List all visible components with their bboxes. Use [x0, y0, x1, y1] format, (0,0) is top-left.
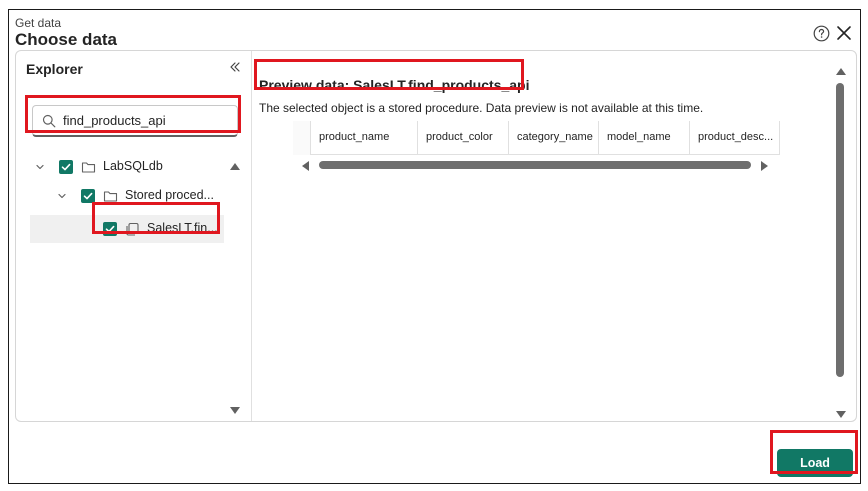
dialog-title: Choose data [15, 30, 118, 49]
tree-item-saleslt-find-products-api[interactable]: SalesLT.fin... [30, 215, 224, 243]
column-header[interactable]: model_name [599, 121, 690, 155]
checkbox-stored-procedures[interactable] [81, 189, 95, 203]
tree-item-label: SalesLT.fin... [147, 221, 218, 235]
stored-procedure-icon [126, 222, 139, 236]
help-circle-icon[interactable] [813, 25, 830, 42]
main-panel: Explorer find_products_api LabSQLdb Stor… [15, 50, 857, 422]
scroll-up-arrow-icon[interactable] [230, 162, 240, 170]
column-header[interactable]: category_name [509, 121, 599, 155]
checkbox-saleslt-find-products-api[interactable] [103, 222, 117, 236]
scroll-up-arrow-icon[interactable] [836, 67, 846, 75]
column-header[interactable]: product_color [418, 121, 509, 155]
scroll-down-arrow-icon[interactable] [230, 407, 240, 415]
column-header[interactable]: product_desc... [690, 121, 780, 155]
scroll-right-arrow-icon[interactable] [761, 161, 769, 171]
preview-message: The selected object is a stored procedur… [259, 101, 704, 115]
search-input[interactable]: find_products_api [32, 105, 238, 137]
tree-item-labsqldb[interactable]: LabSQLdb [16, 153, 246, 181]
column-header[interactable]: product_name [311, 121, 418, 155]
vertical-scrollbar-thumb[interactable] [836, 83, 844, 377]
search-value: find_products_api [63, 113, 166, 128]
search-icon [42, 114, 56, 128]
explorer-pane: Explorer find_products_api LabSQLdb Stor… [16, 51, 252, 421]
grid-corner [293, 121, 311, 155]
scroll-left-arrow-icon[interactable] [301, 161, 309, 171]
dialog-subtitle: Get data [15, 16, 62, 30]
preview-pane: Preview data: SalesLT.find_products_api … [253, 51, 856, 421]
load-button[interactable]: Load [777, 449, 853, 477]
close-icon[interactable] [835, 24, 853, 42]
tree-item-label: Stored proced... [125, 188, 214, 202]
get-data-dialog: Get data Choose data Explorer find_produ… [8, 9, 861, 484]
tree-item-stored-procedures[interactable]: Stored proced... [16, 182, 246, 210]
preview-title: Preview data: SalesLT.find_products_api [259, 77, 530, 93]
preview-grid-header: product_name product_color category_name… [293, 121, 780, 155]
folder-icon [81, 162, 96, 173]
double-chevron-left-icon[interactable] [228, 60, 242, 74]
checkbox-labsqldb[interactable] [59, 160, 73, 174]
chevron-down-icon[interactable] [34, 161, 46, 173]
tree-item-label: LabSQLdb [103, 159, 163, 173]
folder-icon [103, 191, 118, 202]
explorer-title: Explorer [26, 61, 83, 77]
chevron-down-icon[interactable] [56, 190, 68, 202]
scroll-down-arrow-icon[interactable] [836, 411, 846, 419]
horizontal-scrollbar-thumb[interactable] [319, 161, 751, 169]
